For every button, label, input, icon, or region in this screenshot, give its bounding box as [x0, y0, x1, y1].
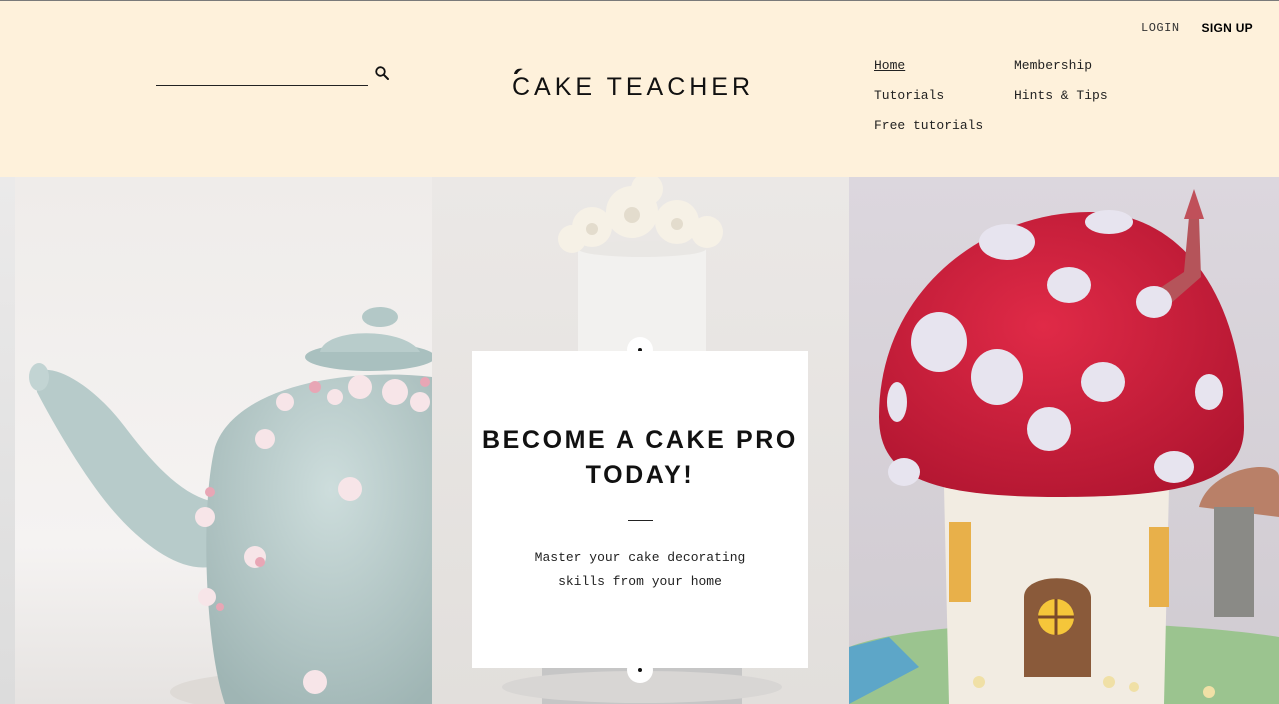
login-link[interactable]: LOGIN [1141, 21, 1180, 35]
headline-divider [628, 520, 653, 521]
site-logo[interactable]: CAKE TEACHER [512, 68, 755, 102]
search-icon[interactable] [374, 65, 390, 81]
nav-item-home[interactable]: Home [874, 58, 905, 73]
hero-left-edge [0, 177, 15, 704]
nav-item-hints-tips[interactable]: Hints & Tips [1014, 88, 1108, 103]
hero-section: BECOME A CAKE PRO TODAY! Master your cak… [0, 177, 1279, 704]
hero-headline: BECOME A CAKE PRO TODAY! [482, 426, 798, 489]
nav-item-membership[interactable]: Membership [1014, 58, 1092, 73]
search-field [156, 61, 372, 86]
teapot-cake-image[interactable] [15, 177, 432, 704]
search-input[interactable] [156, 61, 372, 85]
signup-link[interactable]: SIGN UP [1202, 21, 1253, 35]
hero-subtext: Master your cake decorating skills from … [534, 550, 746, 589]
toadstool-cake-image[interactable] [849, 177, 1279, 704]
site-header: LOGIN SIGN UP CAKE TEACHER Home Membersh… [0, 1, 1279, 177]
card-connector-dot [627, 657, 653, 683]
hero-card: BECOME A CAKE PRO TODAY! Master your cak… [472, 351, 808, 668]
auth-links: LOGIN SIGN UP [1141, 21, 1253, 35]
logo-text: CAKE TEACHER [512, 73, 755, 101]
leaf-icon [514, 68, 523, 74]
nav-item-tutorials[interactable]: Tutorials [874, 88, 944, 103]
nav-item-free-tutorials[interactable]: Free tutorials [874, 118, 983, 133]
